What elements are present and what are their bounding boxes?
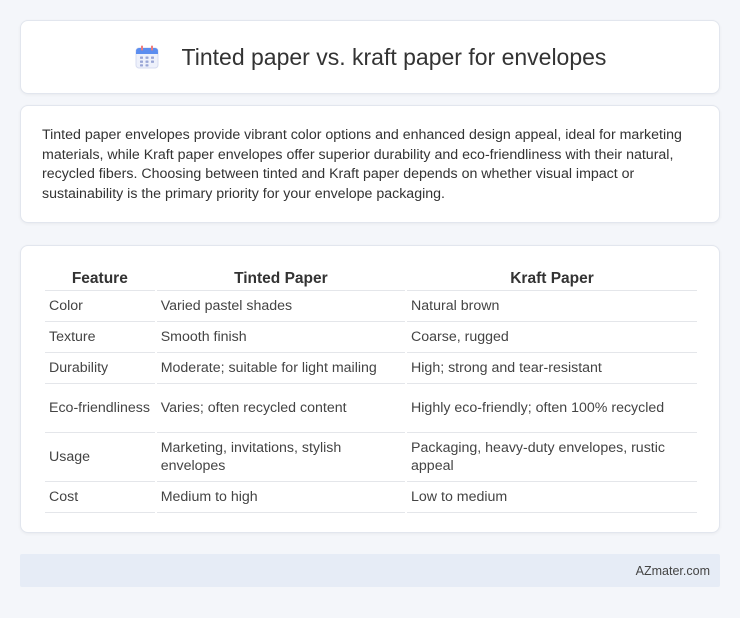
footer-bar: AZmater.com bbox=[20, 554, 720, 587]
header-feature: Feature bbox=[45, 266, 155, 291]
footer-brand: AZmater.com bbox=[635, 563, 710, 578]
table-row: Cost Medium to high Low to medium bbox=[45, 482, 697, 513]
calendar-icon bbox=[134, 44, 160, 70]
tinted-cell: Marketing, invitations, stylish envelope… bbox=[156, 433, 406, 482]
header-kraft-paper: Kraft Paper bbox=[407, 266, 697, 291]
kraft-cell: High; strong and tear-resistant bbox=[407, 353, 697, 384]
kraft-cell: Highly eco-friendly; often 100% recycled bbox=[407, 384, 697, 433]
header-card: Tinted paper vs. kraft paper for envelop… bbox=[20, 20, 720, 94]
comparison-table-card: Feature Tinted Paper Kraft Paper Color V… bbox=[20, 245, 720, 533]
kraft-cell: Packaging, heavy-duty envelopes, rustic … bbox=[407, 433, 697, 482]
feature-cell: Cost bbox=[45, 482, 155, 513]
tinted-cell: Smooth finish bbox=[156, 322, 406, 353]
feature-cell: Texture bbox=[45, 322, 155, 353]
tinted-cell: Moderate; suitable for light mailing bbox=[156, 353, 406, 384]
page-title: Tinted paper vs. kraft paper for envelop… bbox=[181, 43, 607, 70]
kraft-cell: Coarse, rugged bbox=[407, 322, 697, 353]
feature-cell: Durability bbox=[45, 353, 155, 384]
feature-cell: Color bbox=[45, 291, 155, 322]
table-row: Texture Smooth finish Coarse, rugged bbox=[45, 322, 697, 353]
tinted-cell: Varied pastel shades bbox=[156, 291, 406, 322]
table-row: Eco-friendliness Varies; often recycled … bbox=[45, 384, 697, 433]
header-tinted-paper: Tinted Paper bbox=[156, 266, 406, 291]
tinted-cell: Medium to high bbox=[156, 482, 406, 513]
table-row: Usage Marketing, invitations, stylish en… bbox=[45, 433, 697, 482]
summary-card: Tinted paper envelopes provide vibrant c… bbox=[20, 105, 720, 223]
comparison-table: Feature Tinted Paper Kraft Paper Color V… bbox=[43, 266, 699, 513]
summary-text: Tinted paper envelopes provide vibrant c… bbox=[42, 127, 682, 202]
header-inner: Tinted paper vs. kraft paper for envelop… bbox=[134, 43, 607, 71]
table-row: Color Varied pastel shades Natural brown bbox=[45, 291, 697, 322]
kraft-cell: Natural brown bbox=[407, 291, 697, 322]
kraft-cell: Low to medium bbox=[407, 482, 697, 513]
tinted-cell: Varies; often recycled content bbox=[156, 384, 406, 433]
table-header-row: Feature Tinted Paper Kraft Paper bbox=[45, 266, 697, 291]
feature-cell: Usage bbox=[45, 433, 155, 482]
table-row: Durability Moderate; suitable for light … bbox=[45, 353, 697, 384]
feature-cell: Eco-friendliness bbox=[45, 384, 155, 433]
